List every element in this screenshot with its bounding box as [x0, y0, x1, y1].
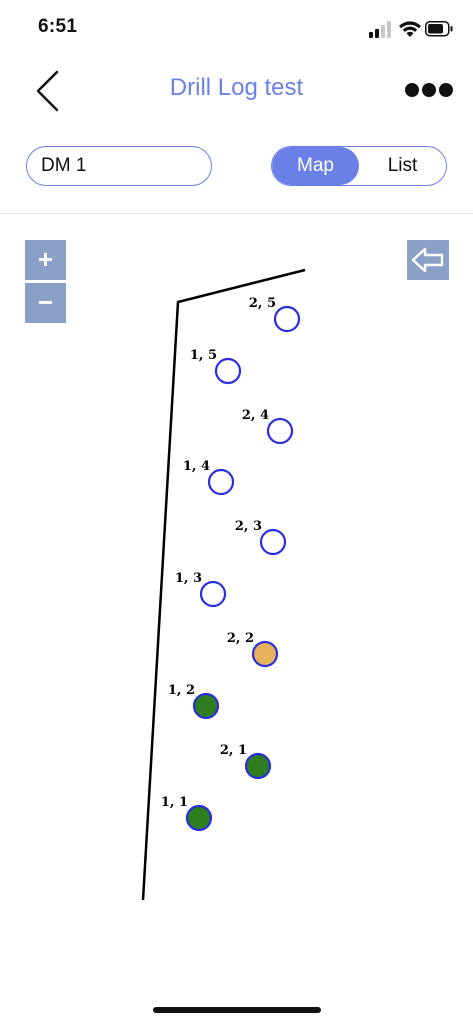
drill-hole[interactable]: 1, 5: [190, 348, 242, 385]
battery-icon: [425, 21, 453, 37]
drill-hole-marker[interactable]: [244, 752, 272, 780]
drill-hole-label: 2, 4: [242, 408, 269, 423]
more-button[interactable]: [403, 74, 455, 106]
drill-hole[interactable]: 1, 2: [168, 683, 220, 720]
zoom-in-button[interactable]: +: [25, 240, 66, 280]
home-indicator: [153, 1007, 321, 1013]
tab-list[interactable]: List: [359, 147, 446, 185]
drill-hole-label: 1, 4: [183, 459, 210, 474]
drill-hole-label: 2, 1: [220, 743, 247, 758]
wifi-icon: [399, 21, 421, 37]
holes-layer: 2, 5 1, 5 2, 4 1, 4 2, 3 1, 3 2, 2 1, 2 2, 1 1, 1: [161, 296, 301, 832]
drill-hole-marker[interactable]: [251, 640, 279, 668]
zoom-out-button[interactable]: −: [25, 283, 66, 323]
status-icons: [369, 21, 453, 38]
cellular-signal-icon: [369, 21, 391, 38]
arrow-left-icon: [411, 247, 444, 273]
tab-map[interactable]: Map: [272, 147, 359, 185]
drill-hole[interactable]: 2, 2: [227, 631, 279, 668]
export-button[interactable]: [407, 240, 449, 280]
back-button[interactable]: [24, 66, 74, 116]
drill-hole[interactable]: 1, 3: [175, 571, 227, 608]
drill-hole-marker[interactable]: [199, 580, 227, 608]
drill-hole-marker[interactable]: [214, 357, 242, 385]
drill-hole-marker[interactable]: [259, 528, 287, 556]
drill-hole-label: 1, 5: [190, 348, 217, 363]
drill-hole[interactable]: 2, 4: [242, 408, 294, 445]
nav-bar: Drill Log test: [0, 56, 473, 126]
map-canvas[interactable]: 2, 5 1, 5 2, 4 1, 4 2, 3 1, 3 2, 2 1, 2 2, 1 1, 1: [0, 214, 473, 994]
zoom-control: + −: [25, 240, 66, 323]
status-bar: 6:51: [0, 0, 473, 56]
drill-hole-marker[interactable]: [266, 417, 294, 445]
more-horizontal-icon: [405, 83, 453, 97]
drill-hole-label: 2, 3: [235, 519, 262, 534]
drill-hole-label: 2, 2: [227, 631, 254, 646]
drill-hole-marker[interactable]: [185, 804, 213, 832]
controls-row: DM 1 Map List: [0, 140, 473, 194]
chevron-left-icon: [36, 70, 59, 112]
view-toggle: Map List: [271, 146, 447, 186]
drill-hole-marker[interactable]: [273, 305, 301, 333]
drill-hole-label: 1, 3: [175, 571, 202, 586]
drill-hole-marker[interactable]: [207, 468, 235, 496]
drill-hole[interactable]: 2, 3: [235, 519, 287, 556]
drill-hole-label: 1, 1: [161, 795, 188, 810]
drill-hole-marker[interactable]: [192, 692, 220, 720]
dm-select[interactable]: DM 1: [26, 146, 212, 186]
status-time: 6:51: [38, 16, 78, 37]
drill-hole[interactable]: 2, 1: [220, 743, 272, 780]
drill-hole[interactable]: 1, 1: [161, 795, 213, 832]
drill-hole[interactable]: 1, 4: [183, 459, 235, 496]
drill-hole-label: 2, 5: [249, 296, 276, 311]
drill-hole-label: 1, 2: [168, 683, 195, 698]
drill-hole[interactable]: 2, 5: [249, 296, 301, 333]
